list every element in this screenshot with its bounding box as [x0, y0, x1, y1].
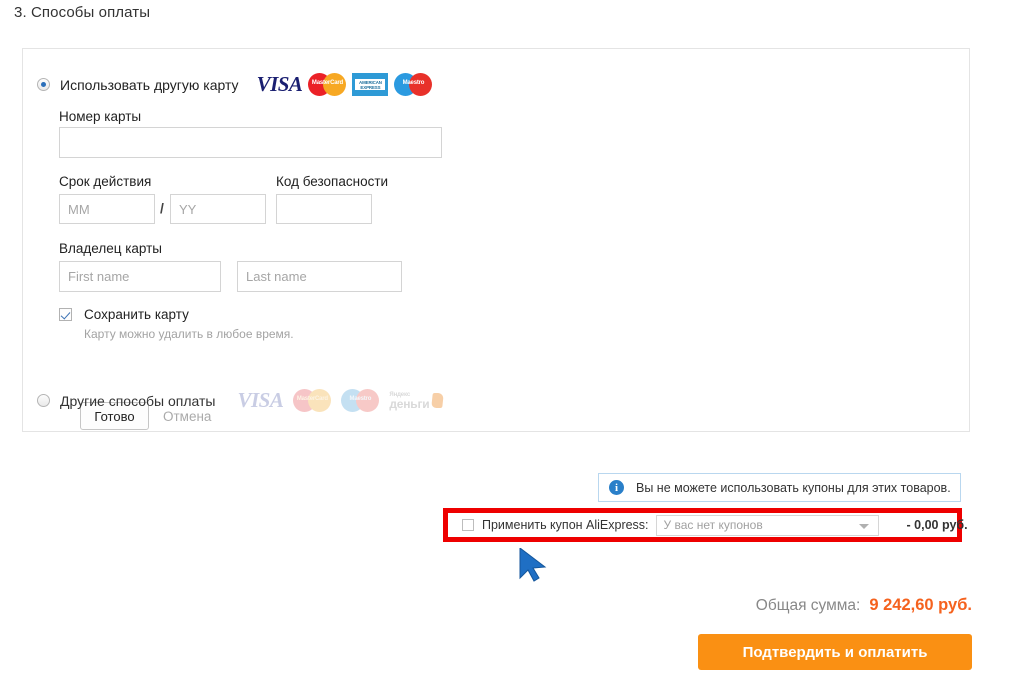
security-code-input[interactable]	[276, 194, 372, 224]
expiry-label: Срок действия	[59, 174, 152, 189]
maestro-logo-text: Maestro	[349, 396, 372, 402]
visa-logo: VISA	[256, 72, 303, 96]
coupon-select[interactable]: У вас нет купонов	[655, 514, 879, 536]
coupon-select-value: У вас нет купонов	[663, 518, 763, 532]
mastercard-logo-text: MasterCard	[311, 80, 343, 86]
radio-other-methods[interactable]	[37, 394, 50, 407]
confirm-and-pay-button[interactable]: Подтвердить и оплатить	[698, 634, 972, 670]
accepted-card-logos: VISA MasterCard AMERICAN EXPRESS Maestro	[257, 73, 433, 96]
amex-logo-line2: EXPRESS	[360, 84, 381, 90]
payment-option-new-card[interactable]: Использовать другую карту VISA MasterCar…	[37, 73, 433, 96]
chevron-down-icon	[858, 523, 869, 529]
yandex-money-text: Яндекс деньги	[389, 392, 429, 410]
apply-coupon-label: Применить купон AliExpress:	[482, 518, 649, 532]
maestro-logo-text: Maestro	[402, 80, 425, 86]
total-label: Общая сумма:	[755, 597, 861, 614]
save-card-row[interactable]: Сохранить карту	[59, 307, 189, 322]
total-value: 9 242,60 руб.	[869, 596, 972, 614]
first-name-input[interactable]	[59, 261, 221, 292]
expiry-separator: /	[160, 200, 164, 216]
maestro-logo: Maestro	[394, 73, 433, 96]
yandex-money-mark-icon	[431, 393, 445, 408]
total-summary: Общая сумма: 9 242,60 руб.	[756, 596, 972, 615]
expiry-month-input[interactable]	[59, 194, 155, 224]
radio-new-card[interactable]	[37, 78, 50, 91]
card-number-input[interactable]	[59, 127, 442, 158]
payment-option-other-label: Другие способы оплаты	[60, 392, 216, 409]
mastercard-logo: MasterCard	[308, 73, 347, 96]
cursor-arrow-icon	[519, 548, 547, 582]
payment-option-other[interactable]: Другие способы оплаты VISA MasterCard Ma…	[37, 388, 445, 412]
save-card-hint: Карту можно удалить в любое время.	[84, 327, 294, 341]
last-name-input[interactable]	[237, 261, 402, 292]
payment-methods-panel: Использовать другую карту VISA MasterCar…	[22, 48, 970, 432]
coupon-discount-amount: - 0,00 руб.	[906, 518, 968, 532]
info-icon: i	[609, 480, 624, 495]
mastercard-logo-text: MasterCard	[296, 396, 328, 402]
coupon-info-text: Вы не можете использовать купоны для эти…	[636, 480, 951, 495]
coupon-highlight-box: Применить купон AliExpress: У вас нет ку…	[443, 508, 968, 542]
other-methods-logos: VISA MasterCard Maestro Яндекс деньги	[237, 388, 445, 412]
coupon-row: Применить купон AliExpress: У вас нет ку…	[448, 513, 968, 537]
amex-logo: AMERICAN EXPRESS	[352, 73, 389, 96]
maestro-logo-faded: Maestro	[341, 389, 380, 412]
coupon-info-notice: i Вы не можете использовать купоны для э…	[598, 473, 961, 502]
payment-option-new-card-label: Использовать другую карту	[60, 76, 239, 93]
save-card-checkbox[interactable]	[59, 308, 72, 321]
page-title: 3. Способы оплаты	[14, 4, 151, 21]
apply-coupon-checkbox[interactable]	[462, 519, 474, 531]
card-number-label: Номер карты	[59, 109, 142, 124]
visa-logo-faded: VISA	[237, 388, 284, 412]
mastercard-logo-faded: MasterCard	[293, 389, 332, 412]
expiry-year-input[interactable]	[170, 194, 266, 224]
yandex-money-big-text: деньги	[389, 396, 430, 411]
save-card-label: Сохранить карту	[84, 307, 189, 322]
security-code-label: Код безопасности	[276, 174, 389, 189]
card-holder-label: Владелец карты	[59, 241, 163, 256]
yandex-money-logo: Яндекс деньги	[389, 392, 445, 410]
